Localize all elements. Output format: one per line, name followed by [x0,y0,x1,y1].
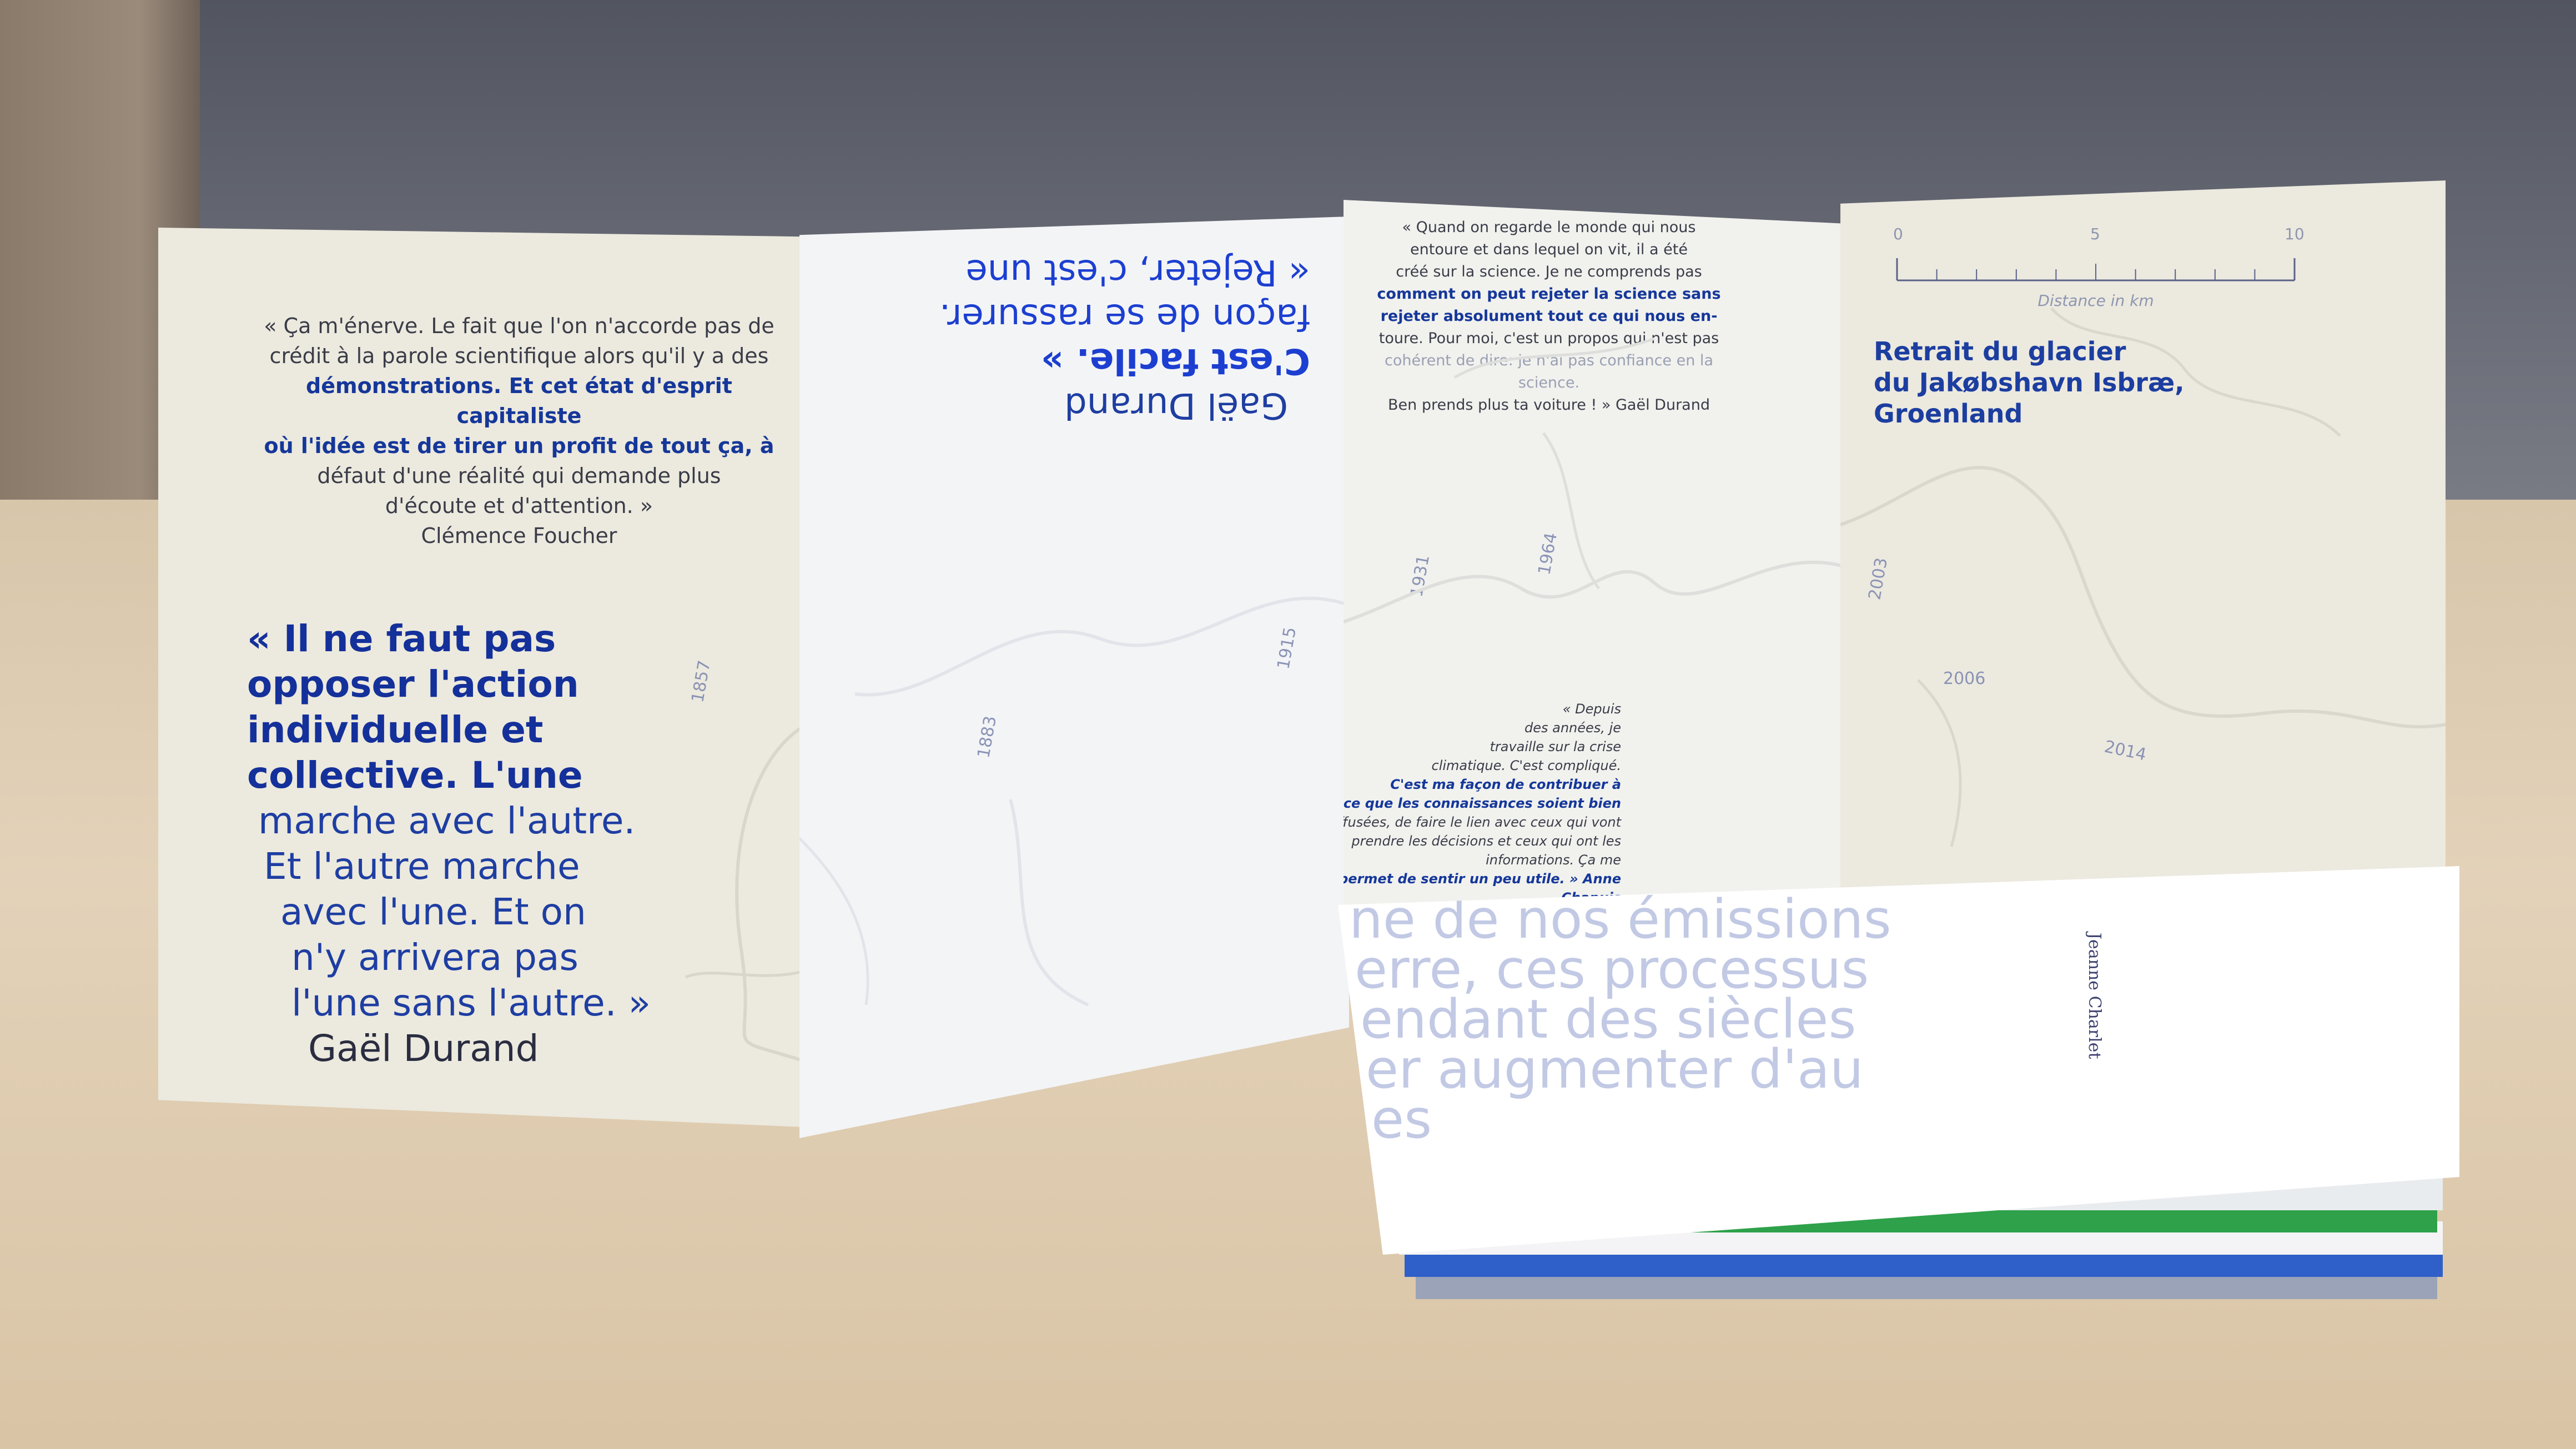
booklet-text-line: er augmenter d'au [1366,1038,1864,1100]
booklet-stack: ne de nos émissions erre, ces processus … [1338,866,2471,1366]
booklet-text-line: es [1371,1088,1432,1150]
embossed-contours [799,596,1349,1007]
photo-scene: « Ça m'énerve. Le fait que l'on n'accord… [0,0,2576,1449]
leaflet-panel-2: Gaël Durand C'est facile. » façon de se … [799,217,1349,1138]
embossed-contours [685,726,802,1062]
leaflet-panel-4: 0 5 10 Distance in km Retrait du glacier… [1840,180,2446,952]
embossed-contours [1840,307,2446,847]
leaflet-panel-1: « Ça m'énerve. Le fait que l'on n'accord… [158,228,802,1127]
booklet-author: Jeanne Charlet [2085,933,2104,1059]
